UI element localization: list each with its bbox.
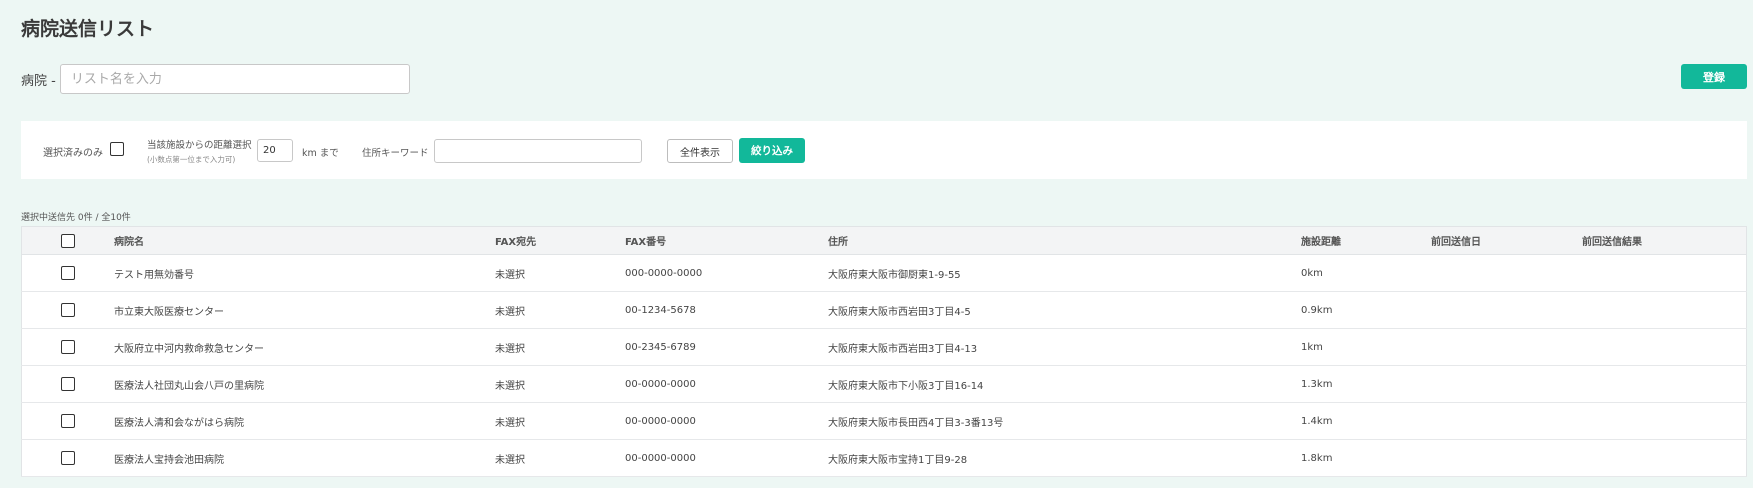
column-header-address[interactable]: 住所 [828, 226, 1301, 255]
row-checkbox-cell [22, 440, 115, 477]
column-header-fax-to[interactable]: FAX宛先 [495, 226, 625, 255]
fax-number-cell: 00-2345-6789 [625, 341, 696, 353]
address-cell: 大阪府東大阪市下小阪3丁目16-14 [828, 380, 984, 392]
row-checkbox-cell [22, 255, 115, 292]
table-row[interactable]: テスト用無効番号 未選択 000-0000-0000 大阪府東大阪市御厨東1-9… [21, 255, 1747, 292]
address-cell: 大阪府東大阪市西岩田3丁目4-13 [828, 343, 978, 355]
column-header-distance[interactable]: 施設距離 [1301, 226, 1431, 255]
address-cell: 大阪府東大阪市西岩田3丁目4-5 [828, 306, 971, 318]
fax-to-cell[interactable]: 未選択 [495, 403, 625, 440]
last-sent-date-cell [1431, 292, 1582, 329]
row-checkbox-cell [22, 329, 115, 366]
fax-number-cell: 00-0000-0000 [625, 378, 696, 390]
table-row[interactable]: 医療法人宝持会池田病院 未選択 00-0000-0000 大阪府東大阪市宝持1丁… [21, 440, 1747, 477]
address-cell: 大阪府東大阪市宝持1丁目9-28 [828, 454, 968, 466]
fax-to-cell[interactable]: 未選択 [495, 366, 625, 403]
distance-cell: 1.3km [1301, 378, 1333, 390]
last-sent-result-cell [1582, 292, 1747, 329]
last-sent-date-cell [1431, 329, 1582, 366]
row-checkbox[interactable] [61, 414, 75, 428]
list-name-row: 病院 - [21, 64, 410, 94]
distance-unit-label: km まで [302, 148, 339, 159]
list-name-input[interactable] [59, 64, 410, 94]
last-sent-result-cell [1582, 366, 1747, 403]
selected-only-label: 選択済みのみ [43, 148, 103, 159]
selected-only-checkbox[interactable] [110, 142, 124, 156]
fax-number-cell: 00-1234-5678 [625, 304, 696, 316]
fax-to-cell[interactable]: 未選択 [495, 292, 625, 329]
fax-number-cell: 00-0000-0000 [625, 415, 696, 427]
hospital-table: 病院名 FAX宛先 FAX番号 住所 施設距離 前回送信日 前回送信結果 テスト… [21, 226, 1747, 477]
last-sent-result-cell [1582, 440, 1747, 477]
filter-panel: 選択済みのみ 当該施設からの距離選択 (小数点第一位まで入力可) km まで 住… [21, 121, 1747, 179]
row-checkbox[interactable] [61, 303, 75, 317]
row-checkbox[interactable] [61, 340, 75, 354]
distance-input[interactable] [257, 139, 293, 162]
hospital-name-cell: テスト用無効番号 [114, 269, 194, 281]
distance-cell: 0.9km [1301, 304, 1333, 316]
fax-number-cell: 00-0000-0000 [625, 452, 696, 464]
last-sent-date-cell [1431, 255, 1582, 292]
row-checkbox-cell [22, 403, 115, 440]
filter-button[interactable]: 絞り込み [739, 138, 805, 163]
address-keyword-label: 住所キーワード [362, 148, 429, 159]
row-checkbox-cell [22, 292, 115, 329]
hospital-name-cell: 大阪府立中河内救命救急センター [114, 343, 264, 355]
selection-summary: 選択中送信先 0件 / 全10件 [21, 213, 131, 223]
hospital-name-cell: 市立東大阪医療センター [114, 306, 224, 318]
last-sent-result-cell [1582, 255, 1747, 292]
page-title: 病院送信リスト [21, 18, 155, 40]
register-button[interactable]: 登録 [1681, 64, 1747, 89]
hospital-name-cell: 医療法人宝持会池田病院 [114, 454, 224, 466]
fax-to-cell[interactable]: 未選択 [495, 329, 625, 366]
last-sent-date-cell [1431, 403, 1582, 440]
last-sent-date-cell [1431, 440, 1582, 477]
table-header-row: 病院名 FAX宛先 FAX番号 住所 施設距離 前回送信日 前回送信結果 [21, 226, 1747, 255]
table-row[interactable]: 市立東大阪医療センター 未選択 00-1234-5678 大阪府東大阪市西岩田3… [21, 292, 1747, 329]
hospital-name-cell: 医療法人清和会ながはら病院 [114, 417, 244, 429]
row-checkbox[interactable] [61, 451, 75, 465]
distance-cell: 0km [1301, 267, 1323, 279]
address-cell: 大阪府東大阪市長田西4丁目3-3番13号 [828, 417, 1004, 429]
distance-label: 当該施設からの距離選択 [147, 140, 252, 151]
hospital-name-cell: 医療法人社団丸山会八戸の里病院 [114, 380, 264, 392]
table-row[interactable]: 医療法人社団丸山会八戸の里病院 未選択 00-0000-0000 大阪府東大阪市… [21, 366, 1747, 403]
last-sent-result-cell [1582, 403, 1747, 440]
show-all-button[interactable]: 全件表示 [667, 139, 733, 163]
fax-to-cell[interactable]: 未選択 [495, 440, 625, 477]
select-all-checkbox[interactable] [61, 233, 75, 248]
distance-note: (小数点第一位まで入力可) [147, 155, 236, 164]
address-cell: 大阪府東大阪市御厨東1-9-55 [828, 269, 961, 281]
column-header-last-sent-result[interactable]: 前回送信結果 [1582, 226, 1747, 255]
list-name-label: 病院 - [21, 73, 56, 89]
distance-cell: 1km [1301, 341, 1323, 353]
distance-cell: 1.8km [1301, 452, 1333, 464]
fax-number-cell: 000-0000-0000 [625, 267, 703, 279]
row-checkbox-cell [22, 366, 115, 403]
select-all-cell [21, 226, 114, 255]
table-row[interactable]: 大阪府立中河内救命救急センター 未選択 00-2345-6789 大阪府東大阪市… [21, 329, 1747, 366]
column-header-last-sent-date[interactable]: 前回送信日 [1431, 226, 1582, 255]
last-sent-result-cell [1582, 329, 1747, 366]
column-header-hospital-name[interactable]: 病院名 [114, 226, 495, 255]
row-checkbox[interactable] [61, 266, 75, 280]
table-row[interactable]: 医療法人清和会ながはら病院 未選択 00-0000-0000 大阪府東大阪市長田… [21, 403, 1747, 440]
row-checkbox[interactable] [61, 377, 75, 391]
address-keyword-input[interactable] [434, 139, 642, 163]
column-header-fax-number[interactable]: FAX番号 [625, 226, 828, 255]
last-sent-date-cell [1431, 366, 1582, 403]
distance-cell: 1.4km [1301, 415, 1333, 427]
fax-to-cell[interactable]: 未選択 [495, 255, 625, 292]
